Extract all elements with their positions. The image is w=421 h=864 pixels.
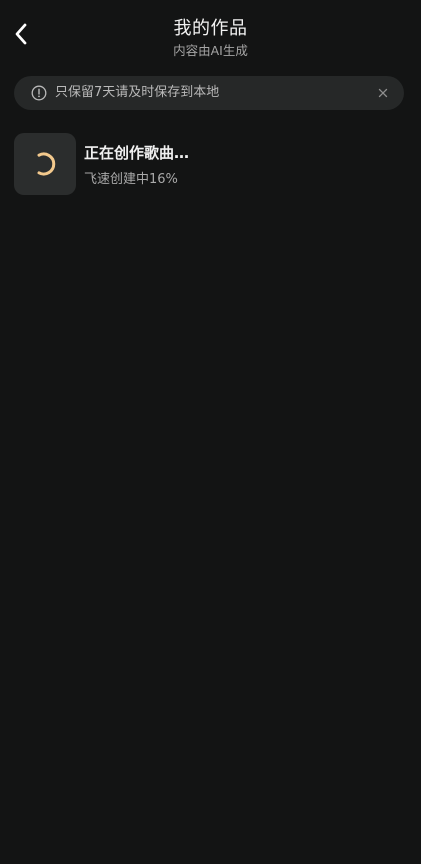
loading-spinner-icon bbox=[37, 152, 56, 176]
work-title: 正在创作歌曲… bbox=[84, 144, 190, 162]
page-title: 我的作品 bbox=[173, 18, 248, 39]
work-progress-status: 飞速创建中16% bbox=[84, 172, 178, 187]
my-works-page: 我的作品 内容由AI生成 只保留7天请及时保存到本地 正在创作歌曲… 飞速创建中… bbox=[0, 0, 421, 864]
close-icon[interactable] bbox=[376, 86, 390, 100]
notice-text: 只保留7天请及时保存到本地 bbox=[55, 85, 220, 100]
work-cover bbox=[14, 133, 76, 195]
ai-generated-subtitle: 内容由AI生成 bbox=[173, 43, 248, 58]
retention-notice-banner: 只保留7天请及时保存到本地 bbox=[14, 76, 404, 110]
work-list-item[interactable]: 正在创作歌曲… 飞速创建中16% bbox=[14, 133, 406, 197]
info-circle-icon bbox=[31, 85, 47, 101]
